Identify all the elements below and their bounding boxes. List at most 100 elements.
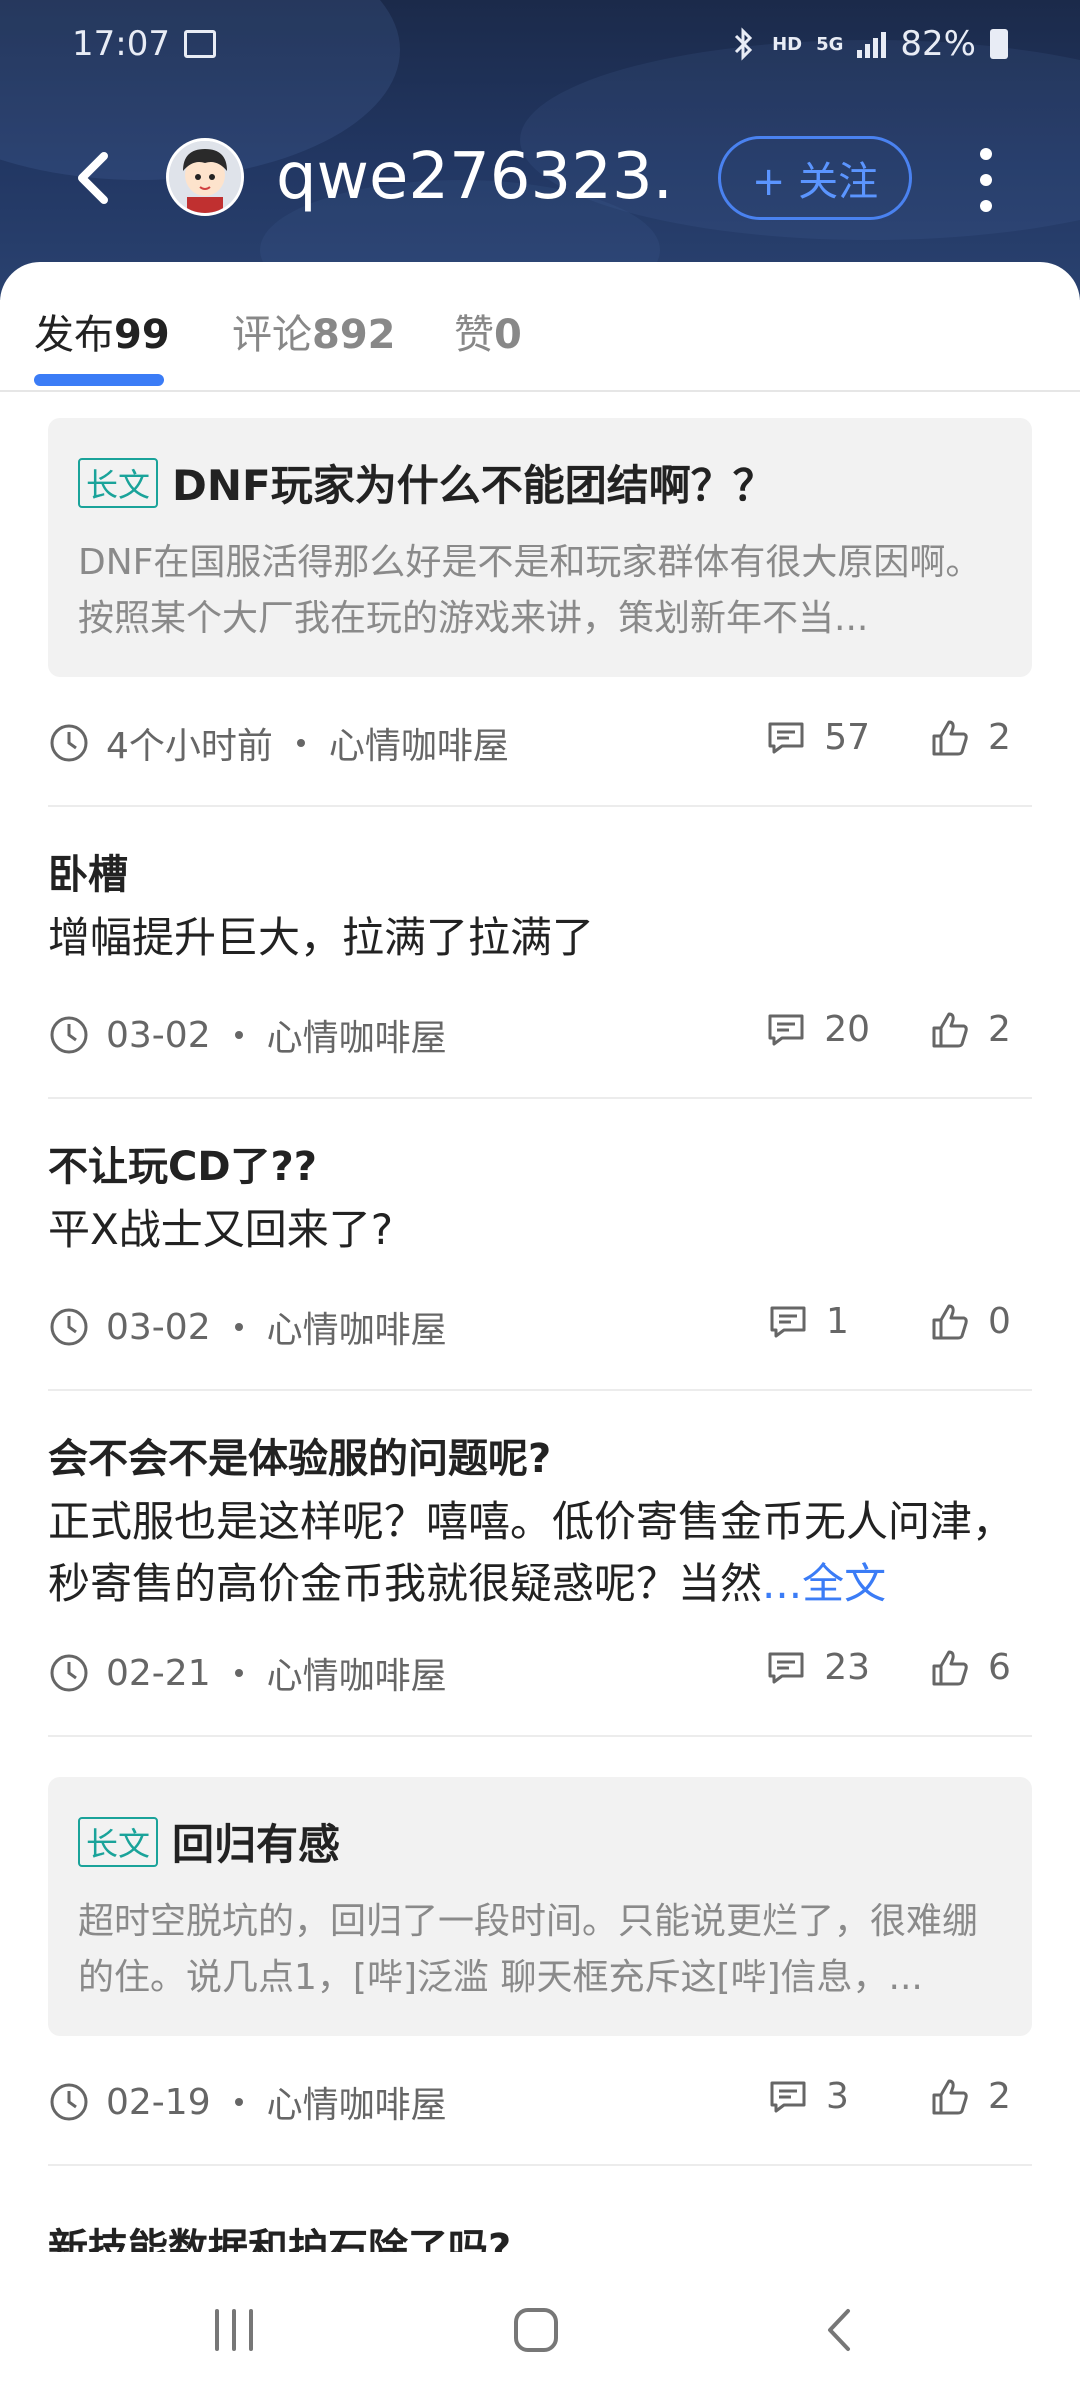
status-time: 17:07 bbox=[72, 24, 170, 64]
thumbs-up-icon[interactable] bbox=[930, 1010, 970, 1050]
post-time: 03-02 bbox=[106, 1014, 211, 1056]
separator-dot bbox=[234, 2098, 243, 2106]
post-body: 正式服也是这样呢？嘻嘻。低价寄售金币无人问津，秒寄售的高价金币我就很疑惑呢？当然… bbox=[48, 1491, 1032, 1615]
post-title: 卧槽 bbox=[48, 852, 128, 898]
post-card[interactable]: 长文 回归有感 超时空脱坑的，回归了一段时间。只能说更烂了，很难绷的住。说几点1… bbox=[48, 1777, 1032, 2166]
post-title: 会不会不是体验服的问题呢? bbox=[48, 1436, 552, 1482]
tab-likes[interactable]: 赞0 bbox=[454, 302, 522, 360]
network-hd-label: HD bbox=[772, 33, 803, 55]
comment-icon[interactable] bbox=[766, 1648, 806, 1688]
post-source[interactable]: 心情咖啡屋 bbox=[267, 1647, 447, 1699]
separator-dot bbox=[234, 1031, 243, 1039]
battery-icon bbox=[990, 29, 1008, 59]
post-title: DNF玩家为什么不能团结啊？？ bbox=[172, 461, 775, 510]
home-button[interactable] bbox=[496, 2300, 576, 2360]
separator-dot bbox=[234, 1669, 243, 1677]
network-5g-label: 5G bbox=[816, 33, 844, 55]
comment-icon[interactable] bbox=[766, 718, 806, 758]
thumbs-up-icon[interactable] bbox=[930, 718, 970, 758]
system-back-button[interactable] bbox=[800, 2300, 880, 2360]
clock-icon bbox=[50, 2083, 88, 2121]
post-source[interactable]: 心情咖啡屋 bbox=[267, 1009, 447, 1061]
long-article-tag: 长文 bbox=[78, 1816, 159, 1867]
content-sheet: 发布99 评论892 赞0 长文 DNF玩家为什么不能团结啊？？ DNF在国服活… bbox=[0, 262, 1080, 2400]
post-time: 4个小时前 bbox=[106, 726, 273, 767]
thumbs-up-icon[interactable] bbox=[930, 1648, 970, 1688]
long-article-tag: 长文 bbox=[78, 457, 159, 508]
clock-icon bbox=[50, 1308, 88, 1346]
active-tab-indicator bbox=[34, 374, 164, 386]
system-navigation-bar bbox=[0, 2260, 1080, 2400]
post-meta: 4个小时前 心情咖啡屋 57 2 bbox=[48, 677, 1032, 805]
long-article-box[interactable]: 长文 回归有感 超时空脱坑的，回归了一段时间。只能说更烂了，很难绷的住。说几点1… bbox=[48, 1777, 1032, 2036]
clock-icon bbox=[50, 1654, 88, 1692]
post-card[interactable]: 卧槽 增幅提升巨大，拉满了拉满了 03-02 心情咖啡屋 20 2 bbox=[48, 847, 1032, 1099]
tab-likes-count: 0 bbox=[494, 312, 522, 358]
comment-count: 20 bbox=[824, 1009, 870, 1050]
post-card[interactable]: 会不会不是体验服的问题呢? 正式服也是这样呢？嘻嘻。低价寄售金币无人问津，秒寄售… bbox=[48, 1431, 1032, 1737]
comment-count: 23 bbox=[824, 1647, 870, 1688]
tab-posts-label: 发布 bbox=[34, 312, 114, 358]
like-count: 2 bbox=[988, 717, 1011, 758]
comment-count: 1 bbox=[826, 1301, 849, 1342]
post-meta: 03-02 心情咖啡屋 1 0 bbox=[48, 1261, 1032, 1389]
like-count: 6 bbox=[988, 1647, 1011, 1688]
comment-icon[interactable] bbox=[768, 2077, 808, 2117]
tab-comments-label: 评论 bbox=[232, 312, 312, 358]
like-count: 2 bbox=[988, 1009, 1011, 1050]
post-title: 回归有感 bbox=[172, 1820, 341, 1869]
tab-likes-label: 赞 bbox=[454, 312, 494, 358]
back-button[interactable] bbox=[60, 142, 132, 214]
profile-tabs: 发布99 评论892 赞0 bbox=[0, 262, 1080, 392]
post-title: 不让玩CD了?? bbox=[48, 1144, 317, 1190]
gallery-notification-icon bbox=[184, 30, 216, 58]
clock-icon bbox=[50, 724, 88, 762]
username: qwe276323... bbox=[276, 140, 676, 214]
back-arrow-icon bbox=[78, 152, 108, 204]
post-card[interactable]: 不让玩CD了?? 平X战士又回来了? 03-02 心情咖啡屋 1 0 bbox=[48, 1139, 1032, 1391]
tab-posts-count: 99 bbox=[114, 312, 170, 358]
bluetooth-icon bbox=[735, 27, 753, 61]
user-avatar[interactable] bbox=[166, 138, 244, 216]
signal-icon bbox=[857, 30, 887, 58]
post-source[interactable]: 心情咖啡屋 bbox=[267, 1301, 447, 1353]
like-count: 2 bbox=[988, 2076, 1011, 2117]
post-source[interactable]: 心情咖啡屋 bbox=[329, 717, 509, 769]
comment-icon[interactable] bbox=[766, 1010, 806, 1050]
more-dot-icon bbox=[980, 200, 992, 212]
more-dot-icon bbox=[980, 148, 992, 160]
post-excerpt: 超时空脱坑的，回归了一段时间。只能说更烂了，很难绷的住。说几点1，[哔]泛滥 聊… bbox=[78, 1901, 979, 1998]
recent-apps-icon bbox=[215, 2309, 253, 2351]
long-article-box[interactable]: 长文 DNF玩家为什么不能团结啊？？ DNF在国服活得那么好是不是和玩家群体有很… bbox=[48, 418, 1032, 677]
more-options-button[interactable] bbox=[966, 140, 1006, 220]
partial-post-title[interactable]: 新技能数据和护石除了吗? bbox=[48, 2216, 1032, 2252]
thumbs-up-icon[interactable] bbox=[930, 2077, 970, 2117]
post-source[interactable]: 心情咖啡屋 bbox=[267, 2076, 447, 2128]
battery-percent: 82% bbox=[900, 24, 976, 64]
follow-button[interactable]: + 关注 bbox=[718, 136, 912, 220]
post-meta: 02-21 心情咖啡屋 23 6 bbox=[48, 1615, 1032, 1735]
comment-count: 3 bbox=[826, 2076, 849, 2117]
home-icon bbox=[514, 2308, 558, 2352]
like-count: 0 bbox=[988, 1301, 1011, 1342]
read-full-link[interactable]: ...全文 bbox=[762, 1559, 886, 1608]
tab-comments-count: 892 bbox=[312, 312, 396, 358]
post-body: 增幅提升巨大，拉满了拉满了 bbox=[48, 913, 595, 962]
tab-comments[interactable]: 评论892 bbox=[232, 302, 396, 360]
post-time: 02-21 bbox=[106, 1652, 211, 1694]
post-card[interactable]: 长文 DNF玩家为什么不能团结啊？？ DNF在国服活得那么好是不是和玩家群体有很… bbox=[48, 418, 1032, 807]
tab-posts[interactable]: 发布99 bbox=[34, 302, 170, 360]
clock-icon bbox=[50, 1016, 88, 1054]
comment-count: 57 bbox=[824, 717, 870, 758]
status-bar: 17:07 HD 5G 82% bbox=[0, 0, 1080, 92]
post-excerpt: DNF在国服活得那么好是不是和玩家群体有很大原因啊。按照某个大厂我在玩的游戏来讲… bbox=[78, 542, 982, 639]
post-body: 平X战士又回来了? bbox=[48, 1205, 394, 1254]
thumbs-up-icon[interactable] bbox=[930, 1302, 970, 1342]
separator-dot bbox=[234, 1323, 243, 1331]
separator-dot bbox=[296, 739, 305, 747]
avatar-character-icon bbox=[169, 141, 241, 213]
recent-apps-button[interactable] bbox=[194, 2300, 274, 2360]
comment-icon[interactable] bbox=[768, 1302, 808, 1342]
more-dot-icon bbox=[980, 174, 992, 186]
post-meta: 03-02 心情咖啡屋 20 2 bbox=[48, 969, 1032, 1097]
